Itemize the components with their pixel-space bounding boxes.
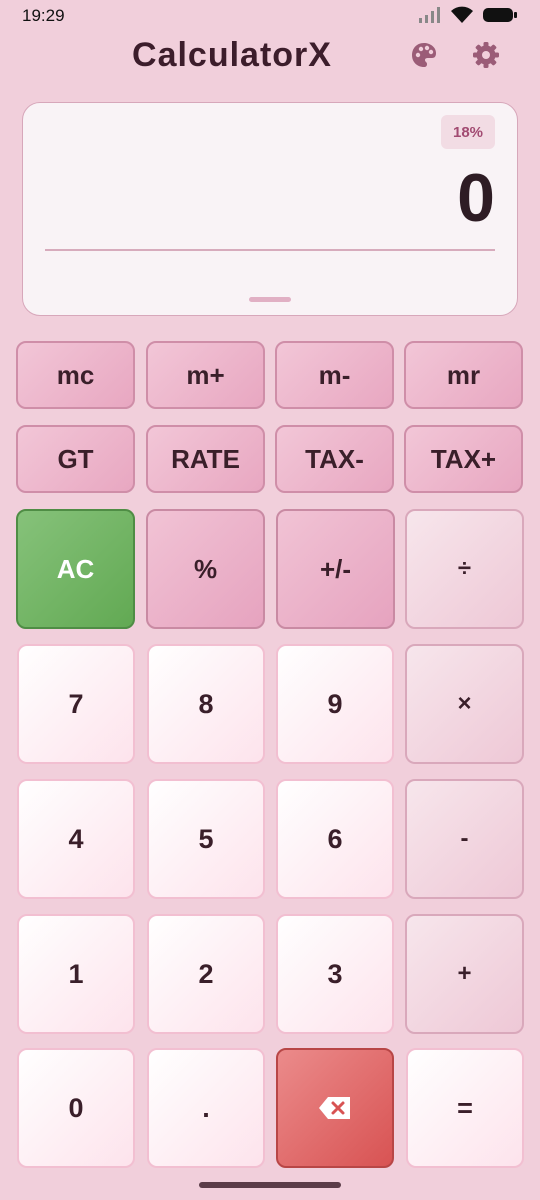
key-5[interactable]: 5 — [147, 779, 265, 899]
key-9[interactable]: 9 — [276, 644, 394, 764]
key-m-plus[interactable]: m+ — [146, 341, 265, 409]
status-time: 19:29 — [22, 6, 65, 25]
key-all-clear[interactable]: AC — [16, 509, 135, 629]
key-tax-minus[interactable]: TAX- — [275, 425, 394, 493]
key-4[interactable]: 4 — [17, 779, 135, 899]
status-icons — [418, 6, 518, 24]
key-2[interactable]: 2 — [147, 914, 265, 1034]
key-tax-plus[interactable]: TAX+ — [404, 425, 523, 493]
key-multiply[interactable]: × — [405, 644, 524, 764]
key-gt[interactable]: GT — [16, 425, 135, 493]
key-equals[interactable]: = — [406, 1048, 524, 1168]
key-6[interactable]: 6 — [276, 779, 394, 899]
key-8[interactable]: 8 — [147, 644, 265, 764]
key-plus-minus[interactable]: +/- — [276, 509, 395, 629]
gear-icon[interactable] — [471, 40, 501, 70]
key-0[interactable]: 0 — [17, 1048, 135, 1168]
key-1[interactable]: 1 — [17, 914, 135, 1034]
home-indicator[interactable] — [199, 1182, 341, 1188]
battery-icon — [483, 8, 517, 22]
signal-icon — [419, 7, 440, 23]
key-m-minus[interactable]: m- — [275, 341, 394, 409]
status-bar: 19:29 — [0, 0, 540, 32]
key-7[interactable]: 7 — [17, 644, 135, 764]
key-mc[interactable]: mc — [16, 341, 135, 409]
key-add[interactable]: + — [405, 914, 524, 1034]
key-3[interactable]: 3 — [276, 914, 394, 1034]
app-title: CalculatorX — [132, 36, 332, 74]
history-drag-handle[interactable] — [249, 297, 291, 302]
tax-rate-badge[interactable]: 18% — [441, 115, 495, 149]
key-subtract[interactable]: - — [405, 779, 524, 899]
key-decimal[interactable]: . — [147, 1048, 265, 1168]
display-value: 0 — [457, 160, 495, 236]
display-panel: 18% 0 — [22, 102, 518, 316]
key-backspace[interactable] — [276, 1048, 394, 1168]
key-divide[interactable]: ÷ — [405, 509, 524, 629]
palette-icon[interactable] — [409, 40, 439, 70]
backspace-icon — [319, 1097, 350, 1119]
wifi-icon — [451, 6, 473, 23]
display-divider — [45, 249, 495, 251]
key-rate[interactable]: RATE — [146, 425, 265, 493]
key-mr[interactable]: mr — [404, 341, 523, 409]
key-percent[interactable]: % — [146, 509, 265, 629]
